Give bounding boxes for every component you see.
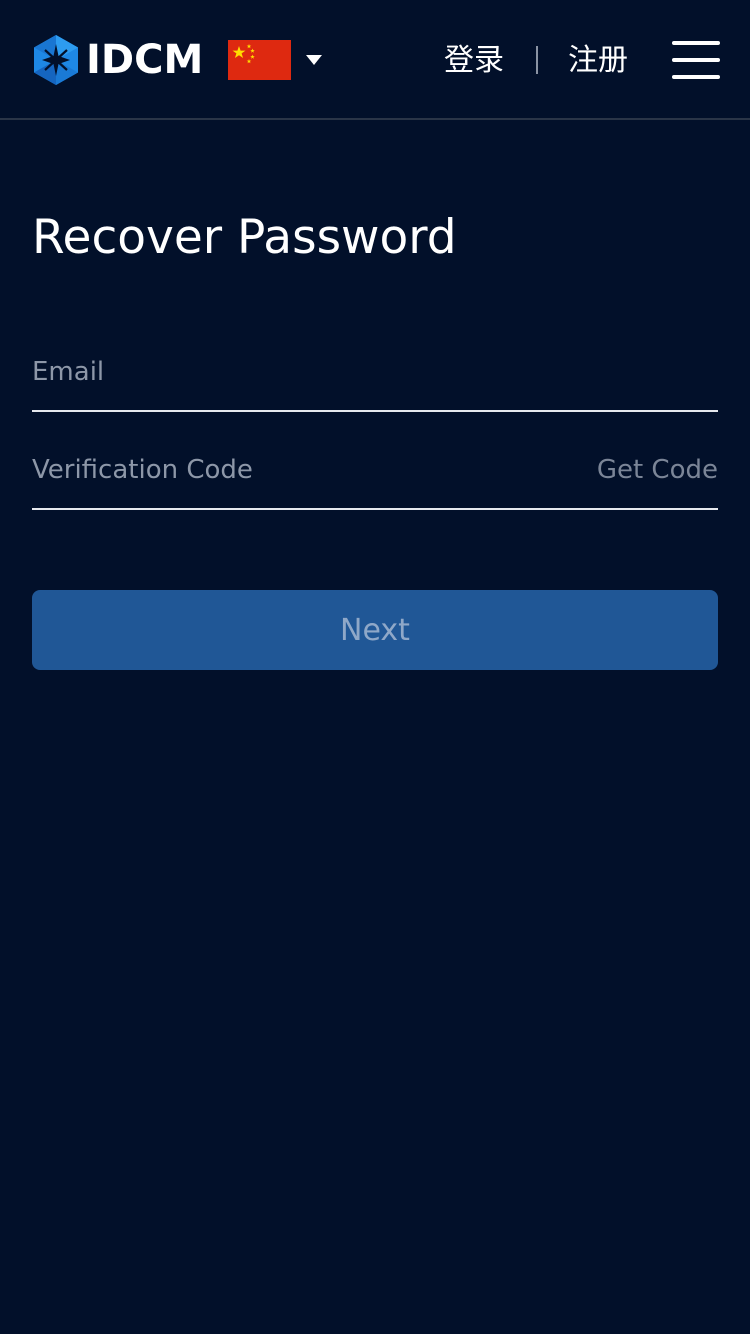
- logo-text: IDCM: [86, 37, 204, 83]
- email-input[interactable]: [32, 334, 718, 410]
- verification-code-input[interactable]: [32, 432, 552, 508]
- chevron-down-icon: [306, 55, 322, 65]
- register-link[interactable]: 注册: [568, 38, 628, 84]
- menu-line: [672, 75, 720, 79]
- nav-divider: [536, 46, 538, 74]
- login-link[interactable]: 登录: [444, 38, 504, 84]
- logo[interactable]: IDCM: [32, 34, 203, 86]
- language-selector[interactable]: [228, 40, 323, 80]
- menu-line: [672, 58, 720, 62]
- cn-flag-icon: [228, 40, 291, 80]
- top-header: IDCM 登录 注册: [0, 0, 750, 120]
- menu-line: [672, 41, 720, 45]
- get-code-button[interactable]: Get Code: [597, 432, 718, 508]
- hamburger-menu-icon[interactable]: [672, 41, 720, 79]
- next-button[interactable]: Next: [32, 590, 718, 670]
- page-title: Recover Password: [32, 210, 457, 265]
- verification-code-field: Get Code: [32, 432, 718, 510]
- email-field: [32, 334, 718, 412]
- idcm-logo-icon: [34, 35, 78, 85]
